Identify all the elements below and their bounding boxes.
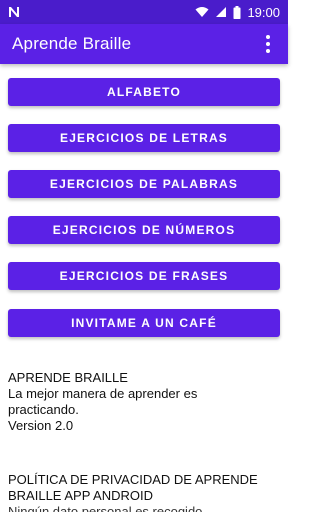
status-bar: 19:00	[0, 0, 288, 24]
about-title: APRENDE BRAILLE	[8, 370, 128, 385]
ejercicios-palabras-button[interactable]: EJERCICIOS DE PALABRAS	[8, 170, 280, 198]
status-time: 19:00	[247, 4, 280, 20]
signal-icon	[215, 6, 227, 18]
wifi-icon	[195, 6, 209, 18]
about-version: Version 2.0	[8, 418, 74, 433]
menu-dot	[266, 42, 270, 46]
about-section: APRENDE BRAILLE La mejor manera de apren…	[8, 370, 284, 434]
privacy-section: POLÍTICA DE PRIVACIDAD DE APRENDE BRAILL…	[8, 472, 284, 512]
privacy-body-line: Ningún dato personal es recogido	[8, 504, 203, 512]
about-line-2: practicando.	[8, 402, 79, 417]
app-bar: Aprende Braille	[0, 24, 288, 64]
battery-icon	[233, 5, 241, 19]
menu-dot	[266, 35, 270, 39]
ejercicios-frases-button[interactable]: EJERCICIOS DE FRASES	[8, 262, 280, 290]
app-title: Aprende Braille	[12, 34, 132, 53]
main-content: ALFABETO EJERCICIOS DE LETRAS EJERCICIOS…	[0, 64, 288, 512]
privacy-title-line-2: BRAILLE APP ANDROID	[8, 488, 153, 503]
ejercicios-numeros-button[interactable]: EJERCICIOS DE NÚMEROS	[8, 216, 280, 244]
invitame-cafe-button[interactable]: INVITAME A UN CAFÉ	[8, 309, 280, 337]
more-vert-icon[interactable]	[258, 30, 278, 58]
ejercicios-letras-button[interactable]: EJERCICIOS DE LETRAS	[8, 124, 280, 152]
n-letter-icon	[8, 6, 20, 18]
status-right: 19:00	[195, 5, 280, 20]
menu-dot	[266, 49, 270, 53]
privacy-title-line-1: POLÍTICA DE PRIVACIDAD DE APRENDE	[8, 472, 258, 487]
alfabeto-button[interactable]: ALFABETO	[8, 78, 280, 106]
about-line-1: La mejor manera de aprender es	[8, 386, 198, 401]
status-left	[8, 6, 20, 18]
